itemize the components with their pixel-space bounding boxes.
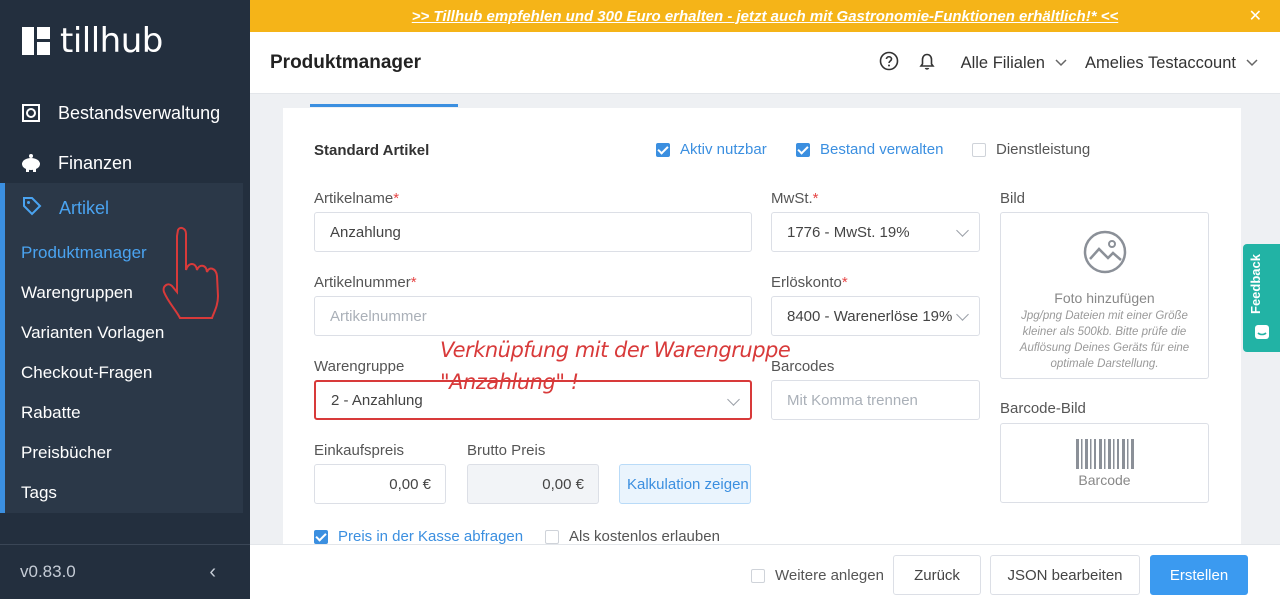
feedback-tab[interactable]: Feedback bbox=[1243, 244, 1280, 352]
sidebar-item-rabatte[interactable]: Rabatte bbox=[5, 393, 243, 433]
vat-select[interactable]: 1776 - MwSt. 19% bbox=[771, 212, 980, 252]
checkbox-unchecked[interactable] bbox=[545, 529, 559, 544]
manage-stock-checkbox[interactable]: Bestand verwalten bbox=[796, 141, 943, 158]
article-name-label: Artikelname* bbox=[314, 190, 400, 207]
tillhub-logo-icon bbox=[22, 27, 50, 55]
sidebar-item-bestandsverwaltung[interactable]: Bestandsverwaltung bbox=[0, 88, 250, 138]
checkbox-checked[interactable] bbox=[796, 142, 810, 157]
sidebar-item-label: Finanzen bbox=[58, 152, 133, 173]
show-calculation-button[interactable]: Kalkulation zeigen bbox=[619, 464, 751, 504]
allow-free-checkbox[interactable]: Als kostenlos erlauben bbox=[545, 528, 720, 545]
chevron-down-icon bbox=[956, 224, 969, 237]
sidebar-footer: v0.83.0 ‹ bbox=[0, 544, 250, 599]
annotation-line-1: Verknüpfung mit der Warengruppe bbox=[440, 338, 791, 362]
checkbox-label: Bestand verwalten bbox=[820, 141, 944, 158]
service-checkbox[interactable]: Dienstleistung bbox=[972, 141, 1090, 158]
account-dropdown[interactable]: Amelies Testaccount bbox=[1085, 54, 1258, 73]
product-group-value: 2 - Anzahlung bbox=[331, 391, 423, 409]
collapse-sidebar-chevron-left-icon[interactable]: ‹ bbox=[209, 561, 216, 584]
form-footer-bar: Weitere anlegen Zurück JSON bearbeiten E… bbox=[250, 544, 1280, 599]
active-checkbox[interactable]: Aktiv nutzbar bbox=[656, 141, 767, 158]
checkbox-label: Dienstleistung bbox=[996, 141, 1091, 158]
pointing-hand-annotation-icon bbox=[162, 226, 220, 319]
checkbox-label: Weitere anlegen bbox=[775, 567, 884, 584]
logo-text: tillhub bbox=[60, 21, 163, 61]
image-upload-hint: Jpg/png Dateien mit einer Größe kleiner … bbox=[1019, 310, 1190, 370]
piggy-bank-icon bbox=[20, 152, 42, 174]
checkbox-unchecked[interactable] bbox=[972, 142, 986, 157]
checkbox-checked[interactable] bbox=[656, 142, 670, 157]
warehouse-icon bbox=[20, 102, 42, 124]
app-version: v0.83.0 bbox=[20, 562, 76, 581]
page-header: Produktmanager Alle Filialen Amelies Tes… bbox=[250, 32, 1280, 94]
branch-label: Alle Filialen bbox=[960, 53, 1045, 72]
revenue-account-select[interactable]: 8400 - Warenerlöse 19% bbox=[771, 296, 980, 336]
purchase-price-input[interactable]: 0,00 € bbox=[314, 464, 446, 504]
checkbox-label: Als kostenlos erlauben bbox=[569, 528, 720, 545]
promo-banner: >> Tillhub empfehlen und 300 Euro erhalt… bbox=[250, 0, 1280, 32]
sidebar: tillhub Bestandsverwaltung Finanzen Arti… bbox=[0, 0, 250, 599]
feedback-label: Feedback bbox=[1248, 254, 1263, 314]
account-label: Amelies Testaccount bbox=[1084, 53, 1236, 72]
article-number-label: Artikelnummer* bbox=[314, 274, 417, 291]
vat-select-value: 1776 - MwSt. 19% bbox=[787, 223, 910, 241]
vat-label: MwSt.* bbox=[771, 190, 819, 207]
revenue-account-label: Erlöskonto* bbox=[771, 274, 848, 291]
image-label: Bild bbox=[1000, 190, 1026, 207]
sidebar-item-label: Bestandsverwaltung bbox=[58, 102, 221, 123]
product-group-label: Warengruppe bbox=[314, 358, 405, 375]
help-icon[interactable] bbox=[879, 51, 899, 76]
tag-icon bbox=[21, 195, 43, 222]
feedback-chat-icon bbox=[1255, 325, 1269, 339]
image-upload-dropzone[interactable]: Foto hinzufügen Jpg/png Dateien mit eine… bbox=[1000, 212, 1209, 379]
barcodes-input[interactable]: Mit Komma trennen bbox=[771, 380, 980, 420]
bell-icon[interactable] bbox=[917, 51, 937, 76]
barcode-icon bbox=[1075, 439, 1134, 469]
sidebar-item-label: Artikel bbox=[59, 197, 110, 218]
branch-dropdown[interactable]: Alle Filialen bbox=[961, 54, 1067, 73]
sidebar-item-tags[interactable]: Tags bbox=[5, 473, 243, 513]
back-button[interactable]: Zurück bbox=[893, 555, 981, 595]
sidebar-item-preisbuecher[interactable]: Preisbücher bbox=[5, 433, 243, 473]
section-title: Standard Artikel bbox=[314, 142, 430, 159]
sidebar-item-checkout-fragen[interactable]: Checkout-Fragen bbox=[5, 353, 243, 393]
edit-json-button[interactable]: JSON bearbeiten bbox=[990, 555, 1140, 595]
add-photo-text: Foto hinzufügen bbox=[1054, 290, 1155, 306]
close-icon[interactable]: ✕ bbox=[1249, 6, 1262, 26]
article-number-input[interactable]: Artikelnummer bbox=[314, 296, 752, 336]
checkbox-label: Aktiv nutzbar bbox=[680, 141, 767, 158]
article-name-input[interactable]: Anzahlung bbox=[314, 212, 752, 252]
create-another-checkbox[interactable]: Weitere anlegen bbox=[751, 567, 884, 584]
active-tab-indicator bbox=[310, 104, 458, 107]
page-title: Produktmanager bbox=[270, 51, 421, 73]
create-button[interactable]: Erstellen bbox=[1150, 555, 1248, 595]
barcode-image-box: Barcode bbox=[1000, 423, 1209, 503]
annotation-line-2: "Anzahlung" ! bbox=[440, 370, 579, 394]
chevron-down-icon bbox=[727, 393, 740, 406]
chevron-down-icon bbox=[1246, 59, 1258, 67]
gross-price-label: Brutto Preis bbox=[467, 442, 546, 459]
barcode-caption: Barcode bbox=[1078, 472, 1131, 488]
logo[interactable]: tillhub bbox=[22, 24, 163, 58]
checkbox-unchecked[interactable] bbox=[751, 568, 765, 583]
promo-banner-link[interactable]: >> Tillhub empfehlen und 300 Euro erhalt… bbox=[412, 8, 1119, 25]
product-form-card: Standard Artikel Aktiv nutzbar Bestand v… bbox=[283, 108, 1241, 548]
chevron-down-icon bbox=[1055, 59, 1067, 67]
image-placeholder-icon bbox=[1083, 230, 1126, 274]
barcode-image-label: Barcode-Bild bbox=[1000, 400, 1086, 417]
sidebar-item-finanzen[interactable]: Finanzen bbox=[0, 138, 250, 188]
checkbox-label: Preis in der Kasse abfragen bbox=[338, 528, 524, 545]
purchase-price-label: Einkaufspreis bbox=[314, 442, 405, 459]
revenue-select-value: 8400 - Warenerlöse 19% bbox=[787, 307, 953, 325]
gross-price-input[interactable]: 0,00 € bbox=[467, 464, 599, 504]
chevron-down-icon bbox=[956, 308, 969, 321]
ask-price-checkbox[interactable]: Preis in der Kasse abfragen bbox=[314, 528, 523, 545]
checkbox-checked[interactable] bbox=[314, 529, 328, 544]
